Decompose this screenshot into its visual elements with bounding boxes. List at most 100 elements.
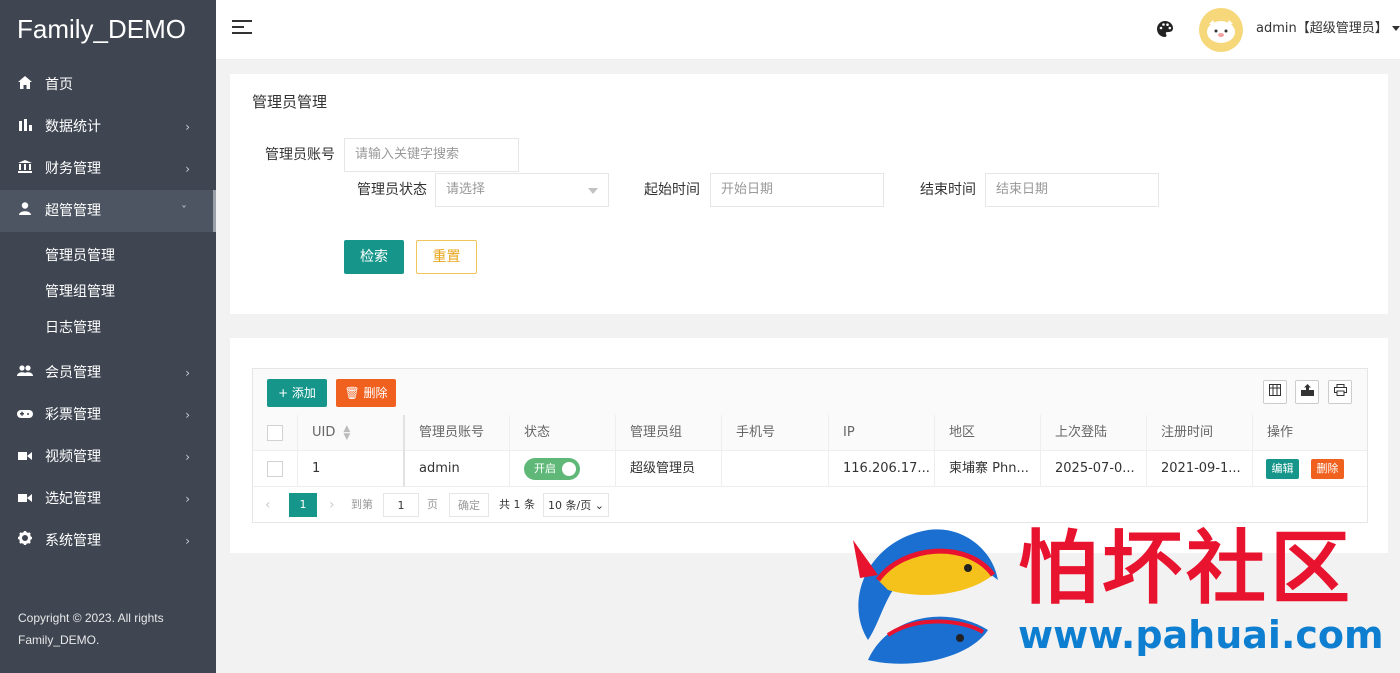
cell-status: 开启 — [509, 451, 615, 487]
page-unit-label: 页 — [427, 498, 438, 511]
user-name-label: admin【超级管理员】 — [1256, 21, 1388, 36]
chevron-right-icon: › — [185, 408, 190, 422]
sidebar-item-video[interactable]: 视频管理 › — [0, 436, 216, 478]
cell-phone — [721, 451, 828, 487]
search-card: 管理员管理 管理员账号 请输入关键字搜索 管理员状态 请选择 起始时间 开始日期… — [230, 74, 1388, 314]
caret-down-icon — [588, 188, 598, 194]
status-select[interactable]: 请选择 — [435, 173, 609, 207]
submenu-item-groups[interactable]: 管理组管理 — [0, 274, 216, 310]
caret-down-icon — [1391, 26, 1400, 31]
sidebar-item-system[interactable]: 系统管理 › — [0, 520, 216, 562]
cell-region: 柬埔寨 Phn... — [934, 451, 1040, 487]
sidebar-item-members[interactable]: 会员管理 › — [0, 352, 216, 394]
status-toggle-label: 开启 — [534, 462, 556, 475]
gear-icon — [16, 520, 34, 562]
goto-page-input[interactable]: 1 — [383, 493, 419, 517]
column-header-uid[interactable]: UID ▲ ▼ — [297, 415, 403, 451]
cell-uid: 1 — [297, 451, 403, 487]
home-icon — [16, 64, 34, 106]
delete-row-button[interactable]: 删除 — [1311, 459, 1344, 479]
pagination: ‹ 1 › 到第 1 页 确定 共 1 条 10 条/页 ⌄ — [253, 487, 1367, 523]
sidebar-item-label: 超管管理 — [45, 203, 101, 219]
cell-registered: 2021-09-1... — [1146, 451, 1252, 487]
sidebar-item-label: 会员管理 — [45, 365, 101, 381]
add-button[interactable]: + 添加 — [267, 379, 327, 407]
sidebar-item-label: 彩票管理 — [45, 407, 101, 423]
cell-actions: 编辑 删除 — [1252, 451, 1367, 487]
chevron-right-icon: › — [185, 162, 190, 176]
status-label: 管理员状态 — [357, 182, 427, 198]
sidebar-item-lottery[interactable]: 彩票管理 › — [0, 394, 216, 436]
status-toggle[interactable]: 开启 — [524, 458, 580, 480]
trash-icon: 🗑 — [344, 386, 360, 400]
palette-icon[interactable] — [1156, 20, 1174, 38]
goto-label: 到第 — [351, 498, 373, 511]
gamepad-icon — [16, 394, 34, 436]
total-count: 共 1 条 — [499, 498, 535, 511]
edit-button[interactable]: 编辑 — [1266, 459, 1299, 479]
start-date-input[interactable]: 开始日期 — [710, 173, 884, 207]
brand-logo[interactable]: Family_DEMO — [0, 0, 216, 60]
sidebar-item-home[interactable]: 首页 — [0, 64, 216, 106]
table-toolbar: + 添加 🗑 删除 — [253, 369, 1367, 419]
sidebar-item-label: 系统管理 — [45, 533, 101, 549]
submenu-item-logs[interactable]: 日志管理 — [0, 310, 216, 346]
chevron-right-icon: › — [185, 492, 190, 506]
sidebar-item-admin[interactable]: 超管管理 ˇ — [0, 190, 216, 232]
sidebar-item-label: 数据统计 — [45, 119, 101, 135]
column-header-registered: 注册时间 — [1146, 415, 1252, 451]
columns-filter-icon[interactable] — [1263, 380, 1287, 404]
avatar[interactable] — [1199, 8, 1243, 52]
column-header-label: UID — [312, 425, 336, 440]
submenu-item-admins[interactable]: 管理员管理 — [0, 238, 216, 274]
copyright-text: Copyright © 2023. All rights Family_DEMO… — [18, 611, 164, 647]
sidebar-item-label: 选妃管理 — [45, 491, 101, 507]
cell-account: admin — [403, 451, 509, 487]
export-icon[interactable] — [1295, 380, 1319, 404]
sidebar: Family_DEMO 首页 数据统计 › 财务管理 › 超管管理 ˇ 管理员管… — [0, 0, 216, 673]
table-header: UID ▲ ▼ 管理员账号 状态 管理员组 手机号 IP 地区 上次登陆 注册时间 … — [253, 415, 1367, 451]
watermark: 怕坏社区 www.pahuai.com — [848, 520, 1388, 670]
start-time-label: 起始时间 — [644, 182, 700, 198]
batch-delete-label: 删除 — [363, 386, 388, 400]
chevron-down-icon: ˇ — [181, 204, 187, 218]
sidebar-item-finance[interactable]: 财务管理 › — [0, 148, 216, 190]
select-all-cell — [253, 415, 297, 451]
sidebar-submenu: 管理员管理 管理组管理 日志管理 — [0, 232, 216, 352]
sidebar-item-selection[interactable]: 选妃管理 › — [0, 478, 216, 520]
column-header-group: 管理员组 — [615, 415, 721, 451]
chevron-right-icon: › — [185, 366, 190, 380]
row-checkbox[interactable] — [267, 461, 283, 477]
page-1-button[interactable]: 1 — [289, 493, 317, 517]
end-date-input[interactable]: 结束日期 — [985, 173, 1159, 207]
cell-group: 超级管理员 — [615, 451, 721, 487]
column-header-ip: IP — [828, 415, 934, 451]
menu-toggle-icon[interactable] — [232, 20, 252, 38]
video-icon — [16, 478, 34, 520]
account-label: 管理员账号 — [265, 147, 335, 163]
prev-page-icon[interactable]: ‹ — [265, 493, 271, 517]
sidebar-item-label: 财务管理 — [45, 161, 101, 177]
users-icon — [16, 352, 34, 394]
page-title: 管理员管理 — [252, 93, 328, 111]
bar-chart-icon — [16, 106, 34, 148]
sidebar-item-label: 首页 — [45, 77, 73, 93]
account-search-input[interactable]: 请输入关键字搜索 — [344, 138, 519, 172]
user-menu[interactable]: admin【超级管理员】 — [1256, 0, 1400, 58]
column-header-phone: 手机号 — [721, 415, 828, 451]
batch-delete-button[interactable]: 🗑 删除 — [336, 379, 396, 407]
video-icon — [16, 436, 34, 478]
reset-button[interactable]: 重置 — [416, 240, 477, 274]
goto-confirm-button[interactable]: 确定 — [449, 493, 489, 517]
next-page-icon[interactable]: › — [329, 493, 335, 517]
print-icon[interactable] — [1328, 380, 1352, 404]
select-all-checkbox[interactable] — [267, 425, 283, 441]
chevron-right-icon: › — [185, 120, 190, 134]
fish-logo — [853, 529, 998, 664]
search-button[interactable]: 检索 — [344, 240, 404, 274]
data-table: + 添加 🗑 删除 UID ▲ ▼ 管理员账号 状态 管理员组 手机号 IP 地区 … — [252, 368, 1368, 523]
sidebar-item-stats[interactable]: 数据统计 › — [0, 106, 216, 148]
sidebar-item-label: 视频管理 — [45, 449, 101, 465]
per-page-select[interactable]: 10 条/页 ⌄ — [543, 493, 609, 517]
sort-icon[interactable]: ▲ ▼ — [343, 424, 350, 441]
